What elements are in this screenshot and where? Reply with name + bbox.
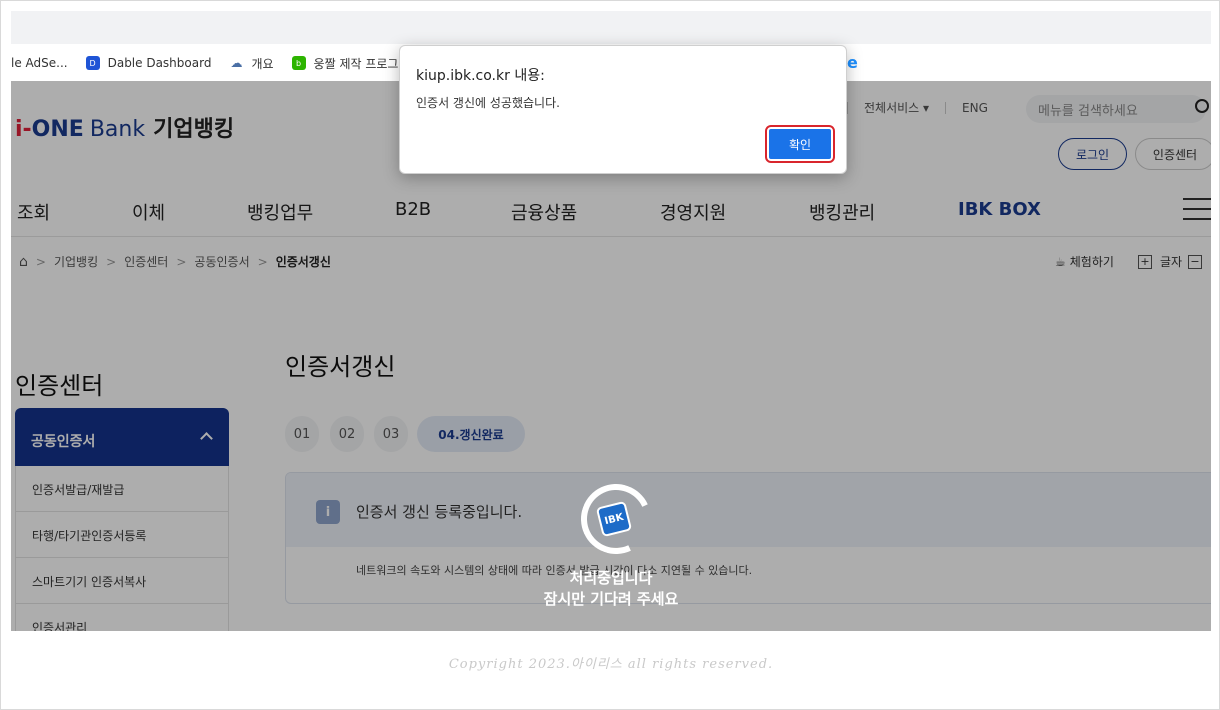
blog-icon: b — [291, 56, 306, 70]
bookmark-label: Dable Dashboard — [107, 56, 212, 70]
bookmark-dable[interactable]: D Dable Dashboard — [85, 56, 212, 70]
bookmark-label: 웅짤 제작 프로그램 — [313, 56, 410, 71]
bookmark-label: 개요 — [251, 56, 274, 71]
ok-button[interactable]: 확인 — [765, 125, 835, 163]
edge-icon[interactable]: e — [847, 53, 858, 72]
bookmark-label: le AdSe... — [11, 56, 68, 70]
copyright-text: Copyright 2023.아이리스 all rights reserved. — [448, 657, 774, 672]
loading-text-2: 잠시만 기다려 주세요 — [543, 590, 679, 608]
bookmark-blog[interactable]: b 웅짤 제작 프로그램 — [291, 55, 410, 72]
bookmark-adsense[interactable]: le AdSe... — [11, 56, 68, 70]
dable-icon: D — [85, 56, 100, 70]
browser-address-bar[interactable] — [11, 11, 1211, 44]
dialog-message: 인증서 갱신에 성공했습니다. — [416, 96, 560, 110]
dialog-origin: kiup.ibk.co.kr 내용: — [416, 68, 545, 84]
loading-text-1: 처리중입니다 — [569, 569, 653, 587]
screenshot-frame: le AdSe... D Dable Dashboard ☁ 개요 b 웅짤 제… — [0, 0, 1220, 710]
cloud-icon: ☁ — [230, 56, 243, 70]
alert-dialog: kiup.ibk.co.kr 내용: 인증서 갱신에 성공했습니다. 확인 — [399, 45, 847, 174]
bookmark-overview[interactable]: ☁ 개요 — [229, 55, 273, 72]
